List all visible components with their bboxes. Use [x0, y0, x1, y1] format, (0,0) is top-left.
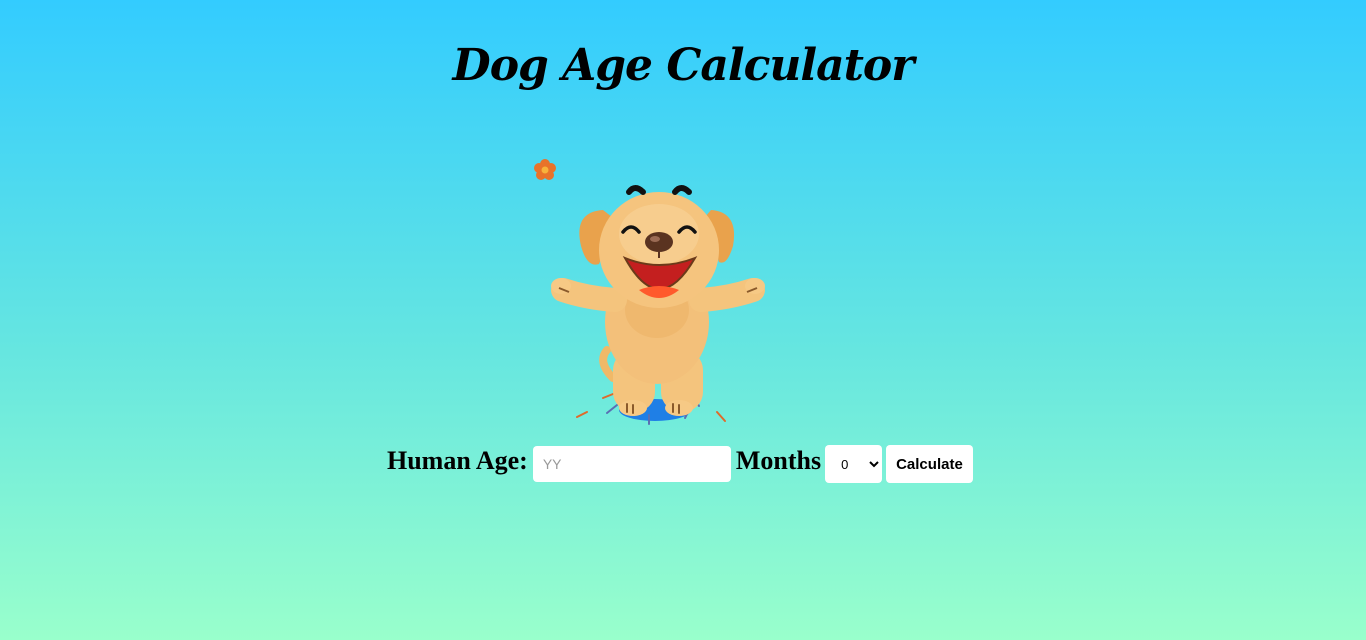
years-input[interactable]: [532, 446, 731, 482]
calculate-button[interactable]: Calculate: [886, 445, 973, 483]
months-label: Months: [735, 446, 822, 475]
human-age-label: Human Age:: [387, 446, 528, 475]
months-select[interactable]: 0: [825, 445, 883, 483]
happy-dog-illustration: [525, 150, 785, 435]
age-form: Human Age: Months 0 Calculate: [387, 444, 973, 484]
flower-icon: [534, 159, 556, 180]
page-title: Dog Age Calculator: [452, 40, 915, 91]
